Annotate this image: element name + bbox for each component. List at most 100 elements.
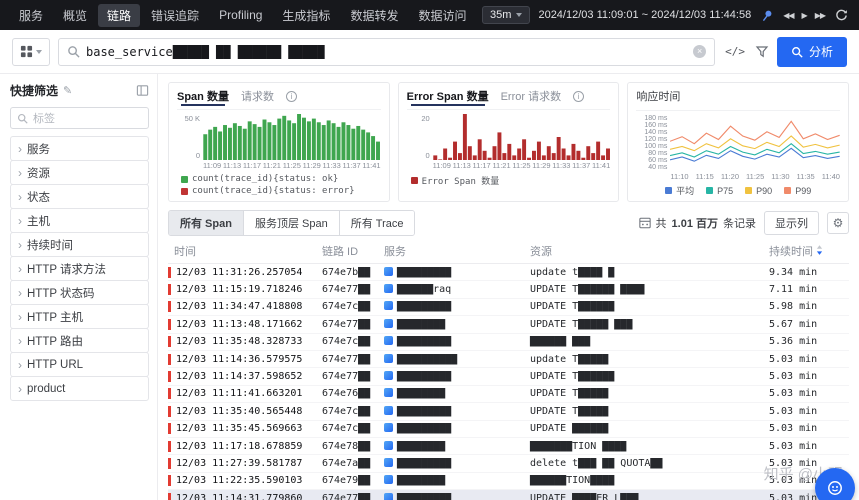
table-row[interactable]: 12/03 11:35:48.328733674e7c█████████████… bbox=[168, 334, 849, 351]
col-header-resource[interactable]: 资源 bbox=[524, 243, 763, 259]
step-forward-button[interactable]: ▶▶ bbox=[815, 11, 825, 20]
col-header-duration[interactable]: 持续时间 bbox=[763, 243, 849, 259]
col-header-label: 时间 bbox=[174, 243, 196, 259]
sort-icon[interactable] bbox=[816, 245, 823, 258]
col-header-trace-id[interactable]: 链路 ID bbox=[316, 243, 378, 259]
code-mode-button[interactable]: </> bbox=[723, 45, 747, 58]
x-tick: 11:20 bbox=[721, 172, 739, 181]
table-row[interactable]: 12/03 11:14:37.598652674e77███████████UP… bbox=[168, 368, 849, 385]
cell-trace-id: 674e77██ bbox=[316, 371, 378, 382]
cell-resource: ███████TION ████ bbox=[524, 441, 763, 452]
cell-duration: 5.67 min bbox=[763, 319, 849, 330]
table-row[interactable]: 12/03 11:13:48.171662674e77██████████UPD… bbox=[168, 316, 849, 333]
filter-item-duration[interactable]: ›持续时间 bbox=[10, 232, 149, 257]
nav-item-generated-metrics[interactable]: 生成指标 bbox=[273, 4, 339, 27]
table-tab-all-spans[interactable]: 所有 Span bbox=[169, 211, 244, 235]
filter-item-status[interactable]: ›状态 bbox=[10, 184, 149, 209]
table-tab-all-traces[interactable]: 所有 Trace bbox=[340, 211, 415, 235]
chevron-right-icon: › bbox=[18, 287, 22, 299]
content: 快捷筛选 ✎ 标签 ›服务›资源›状态›主机›持续时间›HTTP 请求方法›HT… bbox=[0, 74, 859, 500]
nav-item-error-tracking[interactable]: 错误追踪 bbox=[142, 4, 208, 27]
filter-item-host[interactable]: ›主机 bbox=[10, 208, 149, 233]
cell-trace-id: 674e7c██ bbox=[316, 423, 378, 434]
assistant-fab-button[interactable] bbox=[815, 468, 855, 500]
table-row[interactable]: 12/03 11:14:31.779860674e77███████████UP… bbox=[168, 490, 849, 500]
time-shortcut-dropdown[interactable]: 35m bbox=[482, 6, 530, 24]
nav-item-data-access[interactable]: 数据访问 bbox=[409, 4, 475, 27]
nav-item-overview[interactable]: 概览 bbox=[54, 4, 96, 27]
cell-resource: UPDATE T██████ ████ bbox=[524, 284, 763, 295]
nav-item-profiling[interactable]: Profiling bbox=[210, 5, 271, 25]
collapse-panel-icon[interactable] bbox=[136, 84, 149, 97]
quick-filter-sidebar: 快捷筛选 ✎ 标签 ›服务›资源›状态›主机›持续时间›HTTP 请求方法›HT… bbox=[0, 74, 158, 500]
table-row[interactable]: 12/03 11:27:39.581787674e7a███████████de… bbox=[168, 455, 849, 472]
table-row[interactable]: 12/03 11:11:41.663201674e76██████████UPD… bbox=[168, 386, 849, 403]
chart-tab-request-count[interactable]: 请求数 bbox=[241, 88, 274, 104]
chevron-right-icon: › bbox=[18, 383, 22, 395]
refresh-icon[interactable] bbox=[833, 7, 849, 23]
clear-icon[interactable] bbox=[693, 45, 706, 58]
filter-item-http-url[interactable]: ›HTTP URL bbox=[10, 352, 149, 377]
service-icon bbox=[384, 371, 393, 380]
show-columns-button[interactable]: 显示列 bbox=[764, 211, 819, 235]
analyze-button[interactable]: 分析 bbox=[777, 37, 847, 67]
tag-search-placeholder: 标签 bbox=[33, 110, 55, 126]
col-header-time[interactable]: 时间 bbox=[168, 243, 316, 259]
gear-icon[interactable]: ⚙ bbox=[827, 212, 849, 234]
info-icon[interactable] bbox=[286, 91, 297, 102]
table-row[interactable]: 12/03 11:34:47.418808674e7c███████████UP… bbox=[168, 299, 849, 316]
info-icon[interactable] bbox=[573, 91, 584, 102]
step-back-button[interactable]: ◀◀ bbox=[783, 11, 793, 20]
filter-icon[interactable] bbox=[755, 45, 769, 59]
legend-swatch bbox=[665, 187, 672, 194]
table-row[interactable]: 12/03 11:22:35.590103674e79█████████████… bbox=[168, 473, 849, 490]
filter-item-http-route[interactable]: ›HTTP 路由 bbox=[10, 328, 149, 353]
chart-tab-error-request-count[interactable]: Error 请求数 bbox=[501, 88, 562, 104]
records-count: 共 1.01 百万 条记录 bbox=[639, 215, 756, 231]
filter-item-label: 主机 bbox=[27, 213, 50, 229]
search-query-box[interactable]: base_service█████ ██ ██████ █████ bbox=[58, 38, 715, 66]
search-icon bbox=[17, 113, 28, 124]
filter-item-http-status-code[interactable]: ›HTTP 状态码 bbox=[10, 280, 149, 305]
col-header-service[interactable]: 服务 bbox=[378, 243, 524, 259]
table-row[interactable]: 12/03 11:15:19.718246674e77████████raqUP… bbox=[168, 281, 849, 298]
filter-item-service[interactable]: ›服务 bbox=[10, 136, 149, 161]
cell-duration: 5.03 min bbox=[763, 354, 849, 365]
cell-time: 12/03 11:17:18.678859 bbox=[168, 441, 316, 452]
chart-tab-span-count[interactable]: Span 数量 bbox=[177, 88, 229, 104]
table-row[interactable]: 12/03 11:17:18.678859674e78█████████████… bbox=[168, 438, 849, 455]
records-prefix: 共 bbox=[656, 215, 667, 231]
edit-icon[interactable]: ✎ bbox=[63, 84, 72, 97]
filter-item-http-host[interactable]: ›HTTP 主机 bbox=[10, 304, 149, 329]
chart1-legend: count(trace_id){status: ok}count(trace_i… bbox=[181, 174, 381, 196]
play-button[interactable]: ▶ bbox=[802, 11, 807, 20]
table-row[interactable]: 12/03 11:14:36.579575674e77████████████u… bbox=[168, 351, 849, 368]
datasource-selector[interactable] bbox=[12, 38, 50, 66]
legend-swatch bbox=[706, 187, 713, 194]
table-tab-service-top-spans[interactable]: 服务顶层 Span bbox=[244, 211, 340, 235]
filter-item-product[interactable]: ›product bbox=[10, 376, 149, 401]
y-axis: 180 ms160 ms140 ms120 ms100 ms80 ms60 ms… bbox=[636, 115, 670, 171]
chevron-down-icon bbox=[516, 13, 522, 17]
chart-tab-error-span-count[interactable]: Error Span 数量 bbox=[407, 88, 489, 104]
pin-icon[interactable] bbox=[759, 7, 775, 23]
table-row[interactable]: 12/03 11:31:26.257054674e7b███████████up… bbox=[168, 264, 849, 281]
cell-duration: 5.03 min bbox=[763, 406, 849, 417]
filter-item-label: 资源 bbox=[27, 165, 50, 181]
search-query-input[interactable]: base_service█████ ██ ██████ █████ bbox=[86, 45, 687, 59]
cell-resource: update T█████ bbox=[524, 354, 763, 365]
cell-service: ████████ bbox=[378, 319, 524, 330]
cell-trace-id: 674e77██ bbox=[316, 284, 378, 295]
nav-item-services[interactable]: 服务 bbox=[10, 4, 52, 27]
filter-item-resource[interactable]: ›资源 bbox=[10, 160, 149, 185]
charts-row: Span 数量请求数 50 K 0 11:0911:1311:1711:2111… bbox=[168, 82, 849, 202]
table-row[interactable]: 12/03 11:35:45.569663674e7c███████████UP… bbox=[168, 421, 849, 438]
time-range[interactable]: 2024/12/03 11:09:01 ~ 2024/12/03 11:44:5… bbox=[538, 9, 751, 21]
nav-item-data-forwarding[interactable]: 数据转发 bbox=[341, 4, 407, 27]
tag-search-input[interactable]: 标签 bbox=[10, 107, 149, 129]
table-row[interactable]: 12/03 11:35:40.565448674e7c███████████UP… bbox=[168, 403, 849, 420]
filter-item-http-request-method[interactable]: ›HTTP 请求方法 bbox=[10, 256, 149, 281]
cell-resource: update t████ █ bbox=[524, 267, 763, 278]
nav-item-traces[interactable]: 链路 bbox=[98, 4, 140, 27]
service-icon bbox=[384, 441, 393, 450]
